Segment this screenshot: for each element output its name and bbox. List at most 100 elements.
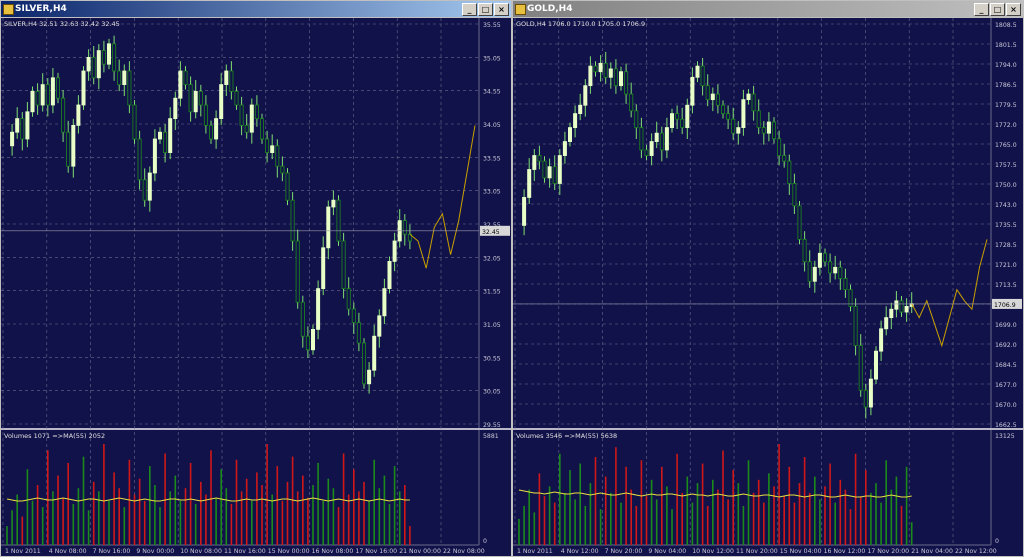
- y-tick-label: 1750.0: [995, 182, 1017, 189]
- x-tick-label: 21 Nov 00:00: [399, 548, 441, 555]
- y-tick-label: 32.05: [483, 255, 501, 262]
- x-tick-label: 11 Nov 20:00: [736, 548, 778, 555]
- candle-body: [879, 328, 884, 352]
- volume-min-label: 0: [483, 538, 487, 545]
- y-tick-label: 1757.5: [995, 162, 1017, 169]
- chart-window-icon: [3, 4, 14, 15]
- candle-body: [578, 104, 583, 115]
- y-tick-label: 33.55: [483, 155, 501, 162]
- silver-window: SILVER,H4 _ □ × 35.55 35.05 34.55 34.05 33.5…: [0, 0, 512, 557]
- y-tick-label: 1662.5: [995, 422, 1017, 429]
- minimize-button[interactable]: _: [974, 3, 989, 16]
- y-tick-label: 1808.5: [995, 22, 1017, 29]
- candle-body: [402, 220, 407, 235]
- candle-body: [86, 57, 91, 72]
- candle-body: [234, 91, 239, 106]
- candle-body: [669, 113, 674, 128]
- x-tick-label: 9 Nov 00:00: [136, 548, 174, 555]
- current-price-label: 1706.9: [994, 302, 1016, 309]
- x-tick-label: 10 Nov 08:00: [180, 548, 222, 555]
- candle-body: [833, 266, 838, 274]
- candle-body: [321, 247, 326, 290]
- y-tick-label: 31.55: [483, 289, 501, 296]
- candle-body: [295, 240, 300, 303]
- candle-body: [341, 240, 346, 289]
- candle-body: [91, 57, 96, 79]
- x-tick-label: 4 Nov 12:00: [561, 548, 599, 555]
- candle-body: [244, 125, 249, 133]
- candle-body: [547, 166, 552, 179]
- candle-body: [56, 77, 61, 99]
- candle-body: [858, 345, 863, 391]
- candle-body: [137, 138, 142, 181]
- close-button[interactable]: ×: [494, 3, 509, 16]
- candle-body: [25, 111, 30, 140]
- candle-body: [112, 43, 117, 72]
- candle-body: [537, 155, 542, 162]
- candle-body: [731, 118, 736, 134]
- candle-body: [583, 85, 588, 106]
- candle-body: [280, 165, 285, 174]
- y-tick-label: 1684.5: [995, 362, 1017, 369]
- candle-body: [726, 113, 731, 120]
- candle-body: [690, 76, 695, 106]
- candle-body: [664, 127, 669, 151]
- silver-window-title: SILVER,H4: [15, 4, 67, 14]
- candle-body: [542, 160, 547, 179]
- candle-body: [157, 131, 162, 140]
- candle-body: [107, 43, 112, 65]
- candle-body: [377, 315, 382, 337]
- candle-body: [367, 369, 372, 385]
- candle-body: [387, 260, 392, 289]
- candle-body: [675, 113, 680, 120]
- x-tick-label: 1 Nov 2011: [517, 548, 553, 555]
- candle-body: [372, 335, 377, 371]
- candle-body: [351, 308, 356, 323]
- x-tick-label: 11 Nov 16:00: [224, 548, 266, 555]
- candle-body: [868, 378, 873, 408]
- candle-body: [15, 118, 20, 133]
- candle-body: [756, 110, 761, 128]
- y-tick-label: 1779.5: [995, 102, 1017, 109]
- candle-body: [812, 266, 817, 282]
- candle-body: [527, 169, 532, 198]
- close-button[interactable]: ×: [1006, 3, 1021, 16]
- candle-body: [792, 183, 797, 207]
- subwindow-separator: [1, 428, 511, 430]
- gold-chart[interactable]: 1808.5 1801.5 1794.0 1786.5 1779.5 1772.0 1765…: [513, 18, 1023, 556]
- candle-body: [193, 91, 198, 113]
- y-tick-label: 34.55: [483, 89, 501, 96]
- candle-body: [715, 93, 720, 106]
- gold-titlebar[interactable]: GOLD,H4 _ □ ×: [513, 1, 1023, 17]
- y-tick-label: 1772.0: [995, 122, 1017, 129]
- y-tick-label: 1801.5: [995, 42, 1017, 49]
- candle-body: [40, 84, 45, 106]
- candle-body: [224, 70, 229, 85]
- candle-body: [624, 71, 629, 95]
- candle-body: [152, 138, 157, 174]
- chart-info-text: SILVER,H4 32.51 32.63 32.42 32.45: [4, 20, 120, 28]
- silver-titlebar[interactable]: SILVER,H4 _ □ ×: [1, 1, 511, 17]
- candle-body: [10, 131, 15, 147]
- candle-body: [634, 110, 639, 128]
- maximize-button[interactable]: □: [478, 3, 493, 16]
- x-tick-label: 1 Nov 2011: [5, 548, 41, 555]
- silver-chart[interactable]: 35.5535.0534.5534.0533.5533.0532.5532.05…: [1, 18, 511, 556]
- candle-body: [147, 172, 152, 201]
- x-tick-label: 7 Nov 16:00: [93, 548, 131, 555]
- candle-body: [659, 132, 664, 151]
- y-tick-label: 33.05: [483, 189, 501, 196]
- chart-background: [513, 18, 1023, 556]
- minimize-button[interactable]: _: [462, 3, 477, 16]
- candle-body: [838, 266, 843, 279]
- candle-body: [382, 288, 387, 317]
- candle-body: [316, 288, 321, 330]
- y-tick-label: 1794.0: [995, 62, 1017, 69]
- candle-body: [30, 91, 35, 113]
- y-tick-label: 30.55: [483, 355, 501, 362]
- y-tick-label: 1713.5: [995, 282, 1017, 289]
- candle-body: [736, 127, 741, 134]
- x-tick-label: 17 Nov 20:00: [867, 548, 909, 555]
- maximize-button[interactable]: □: [990, 3, 1005, 16]
- candle-body: [562, 141, 567, 156]
